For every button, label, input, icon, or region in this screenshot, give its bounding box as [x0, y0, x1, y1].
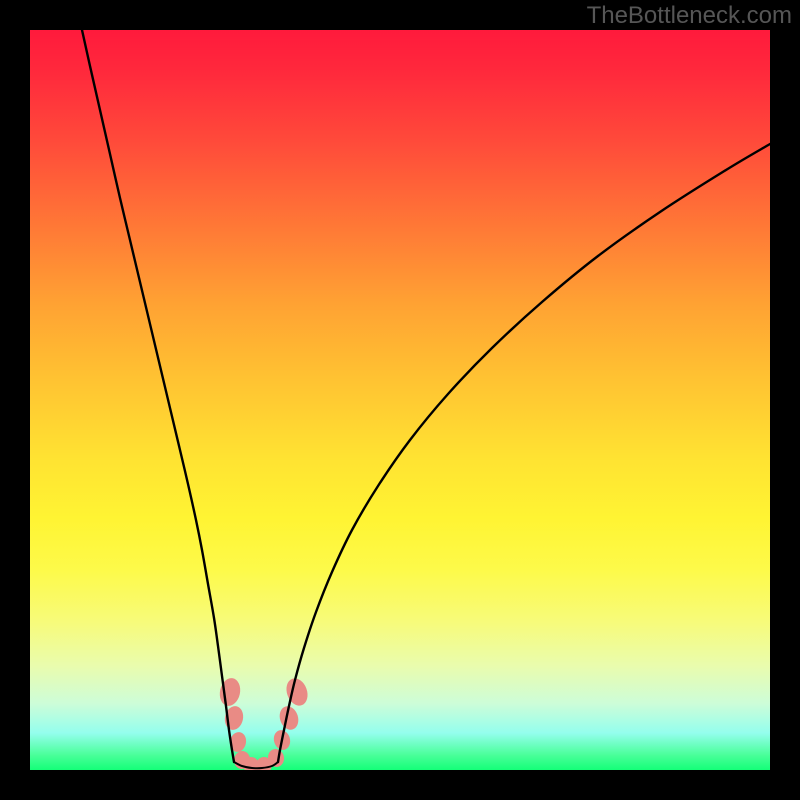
right-top-marker	[283, 675, 311, 708]
line-layer	[82, 30, 770, 768]
watermark-text: TheBottleneck.com	[587, 2, 792, 30]
curve-right-branch	[278, 144, 770, 762]
chart-svg	[30, 30, 770, 770]
plot-area	[30, 30, 770, 770]
curve-left-branch	[82, 30, 234, 762]
chart-frame: TheBottleneck.com	[0, 0, 800, 800]
marker-layer	[217, 675, 311, 770]
left-top-marker	[217, 676, 242, 708]
